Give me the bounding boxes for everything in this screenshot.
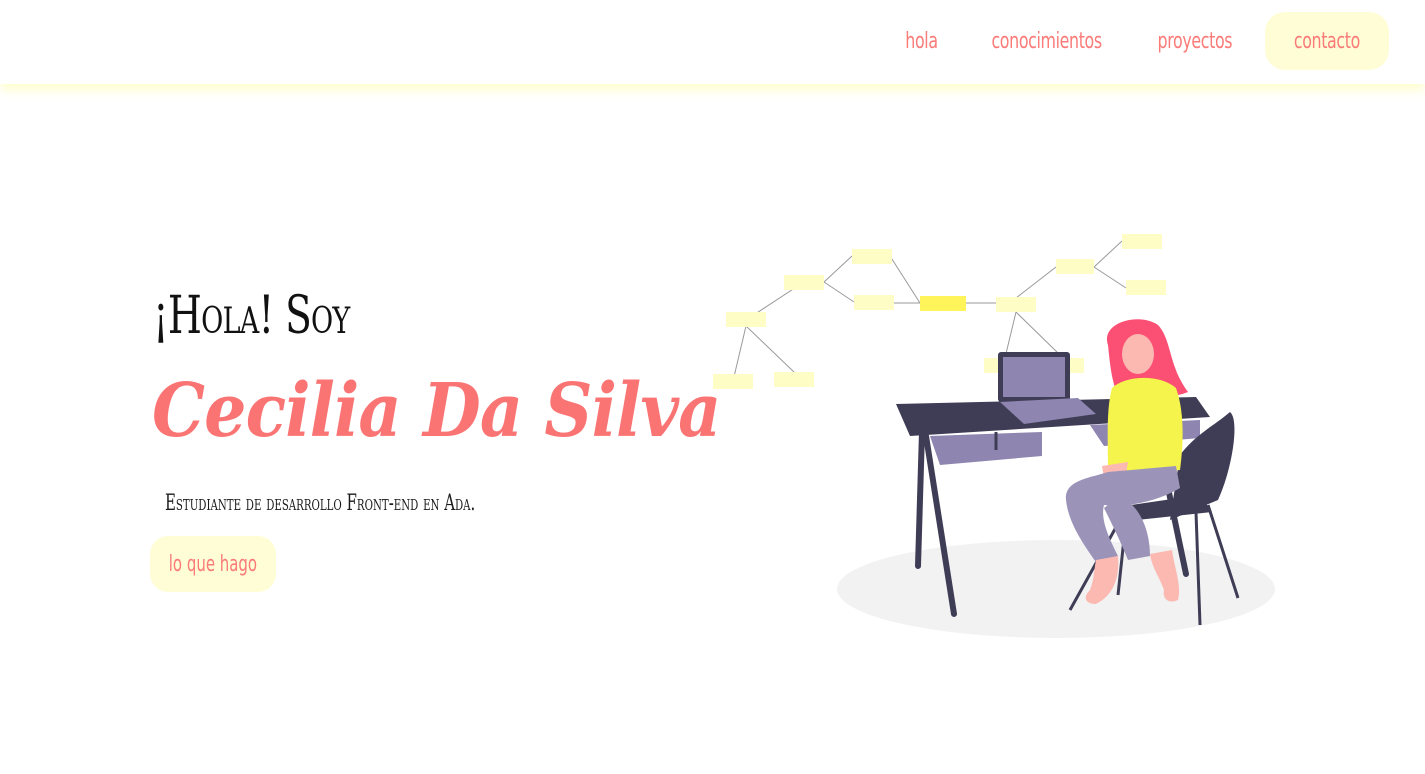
hero-greeting: ¡Hola! Soy [153, 286, 350, 346]
lo-que-hago-label: lo que hago [168, 551, 258, 577]
woman-at-desk-illustration [713, 234, 1275, 638]
nav-link-conocimientos[interactable]: conocimientos [986, 29, 1108, 54]
floor-shadow [837, 540, 1275, 638]
hero-name: Cecilia Da Silva [152, 368, 721, 454]
nav-button-contacto[interactable]: contacto [1265, 12, 1389, 70]
lo-que-hago-button[interactable]: lo que hago [150, 536, 276, 592]
mindmap-notes [713, 234, 1166, 389]
mindmap-highlight-note [920, 296, 966, 311]
nav-link-hola[interactable]: hola [900, 29, 944, 54]
nav-link-proyectos[interactable]: proyectos [1152, 29, 1238, 54]
nav-button-contacto-label: contacto [1293, 28, 1361, 54]
site-header: hola conocimientos proyectos contacto [0, 0, 1425, 84]
main-nav: hola conocimientos proyectos contacto [891, 12, 1389, 70]
desk-drawer [930, 432, 1042, 465]
laptop-screen [1003, 357, 1065, 397]
hero-subtitle: Estudiante de desarrollo Front-end en Ad… [165, 491, 476, 516]
